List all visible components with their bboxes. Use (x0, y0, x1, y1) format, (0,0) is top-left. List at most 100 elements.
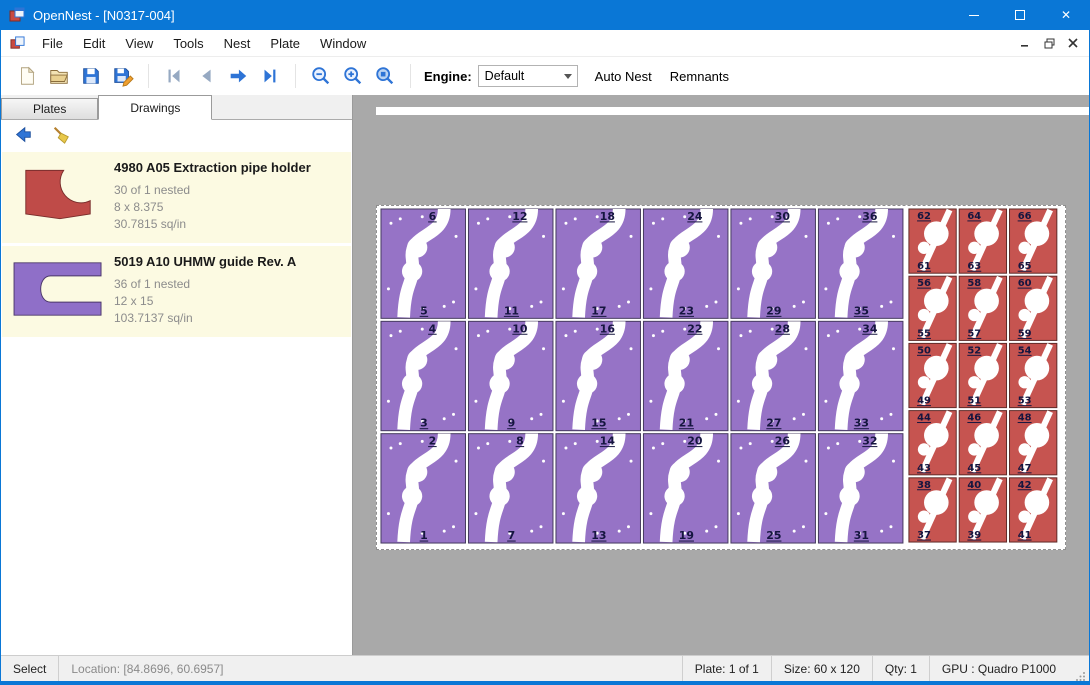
mdi-minimize-icon (1020, 38, 1030, 48)
window-title: OpenNest - [N0317-004] (33, 8, 951, 23)
menu-plate[interactable]: Plate (260, 32, 310, 55)
minimize-icon (969, 15, 979, 16)
svg-text:21: 21 (679, 417, 694, 430)
auto-nest-button[interactable]: Auto Nest (586, 64, 661, 89)
svg-text:66: 66 (1018, 211, 1032, 222)
svg-text:63: 63 (967, 261, 981, 272)
svg-text:48: 48 (1018, 413, 1032, 424)
first-plate-button[interactable] (158, 61, 190, 91)
svg-text:29: 29 (766, 304, 781, 317)
svg-text:1: 1 (420, 529, 428, 542)
svg-text:62: 62 (917, 211, 931, 222)
mdi-close-button[interactable] (1061, 32, 1085, 54)
svg-text:37: 37 (917, 530, 931, 541)
tab-plates[interactable]: Plates (1, 98, 98, 119)
drawing-area: 30.7815 sq/in (114, 216, 345, 233)
svg-text:60: 60 (1018, 278, 1032, 289)
svg-text:16: 16 (600, 322, 616, 335)
drawing-size: 12 x 15 (114, 293, 345, 310)
svg-text:24: 24 (687, 210, 703, 223)
mdi-minimize-button[interactable] (1013, 32, 1037, 54)
svg-text:17: 17 (591, 304, 606, 317)
plate[interactable]: 6512111817242330293635431091615222128273… (376, 205, 1066, 550)
toolbar-separator (295, 64, 296, 88)
svg-text:38: 38 (917, 480, 931, 491)
svg-text:45: 45 (967, 463, 981, 474)
drawing-item[interactable]: 5019 A10 UHMW guide Rev. A 36 of 1 neste… (2, 246, 351, 337)
zoom-out-button[interactable] (305, 61, 337, 91)
drawing-area: 103.7137 sq/in (114, 310, 345, 327)
svg-text:26: 26 (775, 435, 791, 448)
drawing-nested-count: 30 of 1 nested (114, 182, 345, 199)
remnants-button[interactable]: Remnants (661, 64, 738, 89)
close-icon: ✕ (1061, 8, 1071, 22)
new-document-icon (16, 65, 38, 87)
drawing-thumbnail (8, 252, 108, 327)
send-to-plate-button[interactable] (9, 122, 37, 148)
svg-text:12: 12 (512, 210, 527, 223)
tab-drawings[interactable]: Drawings (98, 95, 212, 120)
svg-text:31: 31 (854, 529, 869, 542)
zoom-fit-icon (374, 65, 396, 87)
svg-text:58: 58 (967, 278, 981, 289)
broom-icon (51, 125, 71, 145)
status-size: Size: 60 x 120 (771, 656, 872, 681)
menu-tools[interactable]: Tools (163, 32, 213, 55)
menu-view[interactable]: View (115, 32, 163, 55)
nest-plate-svg: 6512111817242330293635431091615222128273… (377, 206, 1065, 549)
app-window: OpenNest - [N0317-004] ✕ File Edit View … (0, 0, 1090, 685)
previous-plate-button[interactable] (190, 61, 222, 91)
svg-text:28: 28 (775, 322, 790, 335)
svg-text:59: 59 (1018, 328, 1032, 339)
engine-select[interactable]: Default (478, 65, 578, 87)
save-button[interactable] (75, 61, 107, 91)
open-button[interactable] (43, 61, 75, 91)
mdi-restore-button[interactable] (1037, 32, 1061, 54)
clear-drawings-button[interactable] (47, 122, 75, 148)
resize-grip[interactable] (1074, 669, 1086, 681)
svg-text:42: 42 (1018, 480, 1032, 491)
drawing-info: 4980 A05 Extraction pipe holder 30 of 1 … (114, 158, 345, 233)
main-area: Plates Drawings (1, 95, 1089, 655)
drawing-item[interactable]: 4980 A05 Extraction pipe holder 30 of 1 … (2, 152, 351, 243)
svg-text:18: 18 (600, 210, 615, 223)
app-icon (9, 7, 25, 23)
svg-text:65: 65 (1018, 261, 1032, 272)
drawing-size: 8 x 8.375 (114, 199, 345, 216)
zoom-in-button[interactable] (337, 61, 369, 91)
toolbar-separator (148, 64, 149, 88)
chevron-down-icon (564, 74, 572, 79)
drawing-info: 5019 A10 UHMW guide Rev. A 36 of 1 neste… (114, 252, 345, 327)
blue-arrow-icon (13, 125, 33, 145)
new-button[interactable] (11, 61, 43, 91)
status-location: Location: [84.8696, 60.6957] (59, 656, 235, 681)
last-plate-button[interactable] (254, 61, 286, 91)
svg-text:40: 40 (967, 480, 981, 491)
svg-text:53: 53 (1018, 396, 1032, 407)
uhmw-guide-shape (10, 260, 106, 318)
mdi-window-controls (1013, 32, 1085, 54)
zoom-fit-button[interactable] (369, 61, 401, 91)
menu-edit[interactable]: Edit (73, 32, 115, 55)
window-maximize-button[interactable] (997, 0, 1043, 30)
save-as-button[interactable] (107, 61, 139, 91)
left-panel: Plates Drawings (1, 95, 353, 655)
svg-text:51: 51 (967, 396, 981, 407)
window-close-button[interactable]: ✕ (1043, 0, 1089, 30)
menu-window[interactable]: Window (310, 32, 376, 55)
next-plate-button[interactable] (222, 61, 254, 91)
panel-tabstrip: Plates Drawings (1, 95, 352, 120)
last-arrow-icon (259, 65, 281, 87)
save-icon (80, 65, 102, 87)
menu-nest[interactable]: Nest (214, 32, 261, 55)
status-mode: Select (1, 656, 59, 681)
svg-text:25: 25 (766, 529, 781, 542)
window-minimize-button[interactable] (951, 0, 997, 30)
save-as-icon (112, 65, 134, 87)
extraction-pipe-holder-shape (22, 166, 94, 224)
svg-text:55: 55 (917, 328, 931, 339)
svg-text:4: 4 (429, 322, 437, 335)
nest-canvas[interactable]: 6512111817242330293635431091615222128273… (353, 95, 1089, 655)
menu-file[interactable]: File (32, 32, 73, 55)
maximize-icon (1015, 10, 1025, 20)
